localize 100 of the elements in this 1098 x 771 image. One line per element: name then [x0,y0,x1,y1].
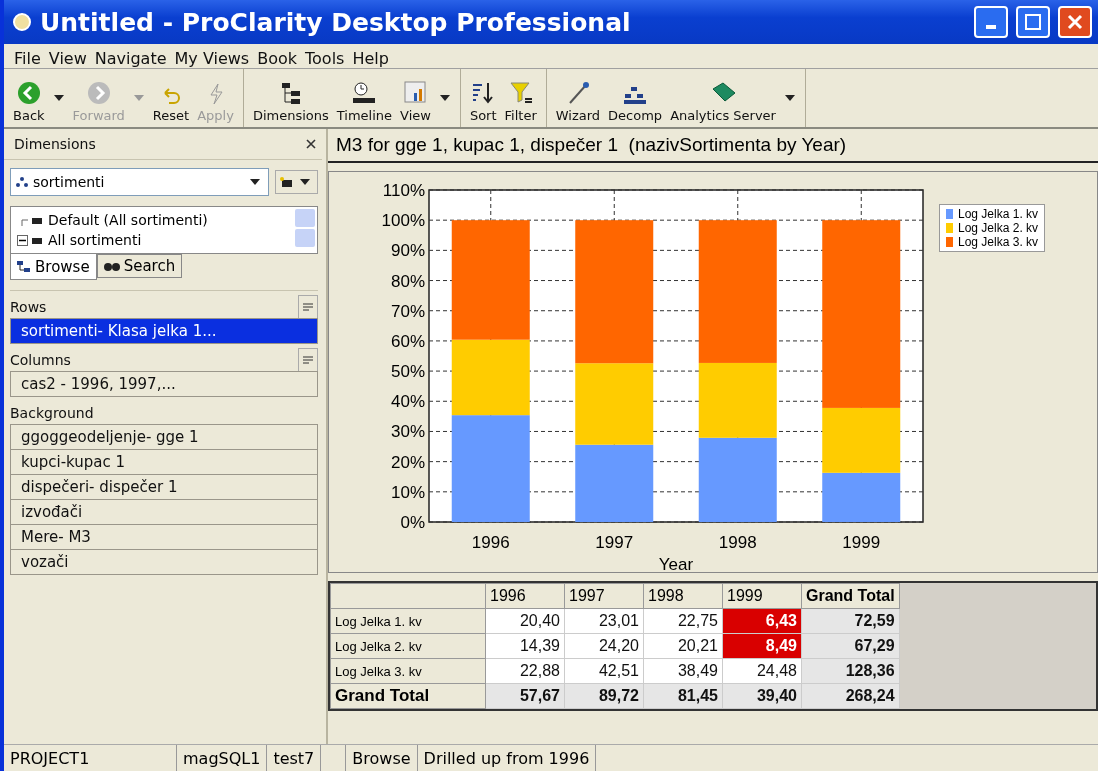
menu-item[interactable]: File [12,49,43,68]
tree-item[interactable]: All sortimenti [17,230,293,250]
status-pane: Browse [345,745,418,771]
dimension-item[interactable]: vozači [10,549,318,575]
close-icon[interactable] [306,139,316,149]
window-title: Untitled - ProClarity Desktop Professional [40,7,632,37]
dimension-item[interactable]: ggoggeodeljenje- gge 1 [10,424,318,450]
table-cell: 268,24 [801,683,900,709]
hierarchy-icon [15,176,29,188]
toolbar-button[interactable]: Timeline [333,71,396,125]
dimension-select[interactable]: sortimenti [10,168,269,196]
dimension-item[interactable]: sortimenti- Klasa jelka 1... [10,318,318,344]
caret-icon[interactable] [439,95,450,101]
table-cell: 72,59 [801,608,900,634]
axis-tick-label: 100% [381,211,425,231]
sort-icon [472,81,495,105]
minimize-icon [986,25,996,29]
level-icon [32,215,44,225]
legend-label: Log Jelka 3. kv [958,235,1039,249]
caret-icon[interactable] [53,95,64,101]
undo-arrow-icon [161,85,181,105]
column-header: Grand Total [801,583,900,609]
axis-tick-label: 90% [390,241,425,261]
section-options-button[interactable] [298,295,318,319]
panel-tab[interactable]: Search [96,254,183,278]
toolbar-button[interactable]: View [397,71,434,125]
axis-tick-label: 50% [390,362,425,382]
panel-tab[interactable]: Browse [10,254,97,280]
caret-icon[interactable] [250,179,260,185]
axis-tick-label: 0% [400,513,425,532]
maximize-icon [1025,14,1041,30]
decomposition-tree-icon [622,85,649,105]
toolbar-button[interactable]: Wizard [552,71,604,125]
menu-item[interactable]: Navigate [92,49,169,68]
axis-tick-label: 20% [390,452,425,472]
hierarchy-icon [17,260,31,273]
hierarchy-menu-button[interactable] [275,170,318,194]
list-icon [302,355,314,365]
axis-title: Year [658,555,694,572]
view-title: M3 for gge 1, kupac 1, dispečer 1 (nazivSortimenta by Year) [328,129,1098,163]
caret-icon[interactable] [300,179,310,185]
folder-icon [279,176,293,188]
row-header: Log Jelka 3. kv [330,658,486,684]
binoculars-icon [103,260,120,272]
status-pane: PROJECT1 [4,745,177,771]
axis-tick-label: 70% [390,301,425,321]
list-icon [302,302,314,312]
axis-tick-label: 1998 [718,533,757,552]
toolbar-button[interactable]: Reset [149,71,193,125]
toolbar-button[interactable]: Decomp [605,71,666,125]
row-header: Grand Total [330,683,486,709]
status-pane: Drilled up from 1996 [417,745,597,771]
toolbar-button[interactable]: Filter [501,71,540,125]
axis-tick-label: 1997 [595,533,634,552]
toolbar-button[interactable]: Analytics Server [667,71,779,125]
grid-chart-icon [404,81,427,105]
axis-tick-label: 30% [390,422,425,442]
toolbar-button[interactable]: Dimensions [249,71,332,125]
menu-item[interactable]: Book [255,49,299,68]
section-title: Rows [10,299,47,315]
menu-item[interactable]: Tools [303,49,347,68]
level-icon [32,235,44,245]
legend-label: Log Jelka 1. kv [958,207,1039,221]
minimize-button[interactable] [974,6,1008,38]
dimension-item[interactable]: cas2 - 1996, 1997,... [10,371,318,397]
close-icon [1067,14,1083,30]
table-cell: 128,36 [801,658,900,684]
legend-label: Log Jelka 2. kv [958,221,1039,235]
axis-tick-label: 1999 [842,533,881,552]
close-button[interactable] [1058,6,1092,38]
toolbar-button[interactable]: Sort [466,71,500,125]
tree-item[interactable]: Default (All sortimenti) [17,210,293,230]
menu-item[interactable]: Help [350,49,391,68]
dimension-item[interactable]: dispečeri- dispečer 1 [10,474,318,500]
toolbar-button[interactable]: Back [10,71,48,125]
clock-bar-icon [351,81,378,105]
dimension-item[interactable]: izvođači [10,499,318,525]
axis-tick-label: 40% [390,392,425,412]
section-title: Background [10,405,94,421]
table-cell: 67,29 [801,633,900,659]
axis-tick-label: 110% [382,181,425,200]
axis-tick-label: 80% [390,271,425,291]
collapse-icon[interactable] [17,234,28,246]
row-header: Log Jelka 1. kv [330,608,486,634]
menu-item[interactable]: My Views [172,49,252,68]
column-header: 1996 [485,583,565,609]
section-title: Columns [10,352,71,368]
app-logo-icon [12,12,32,32]
status-pane: magSQL1 [177,745,268,771]
caret-icon[interactable] [784,95,795,101]
menu-item[interactable]: View [46,49,89,68]
section-options-button[interactable] [298,348,318,372]
dimension-item[interactable]: Mere- M3 [10,524,318,550]
filter-icon [508,81,533,105]
axis-tick-label: 1996 [471,533,510,552]
maximize-button[interactable] [1016,6,1050,38]
axis-tick-label: 60% [390,331,425,351]
row-header: Log Jelka 2. kv [330,633,486,659]
dimension-item[interactable]: kupci-kupac 1 [10,449,318,475]
status-pane: test7 [267,745,322,771]
